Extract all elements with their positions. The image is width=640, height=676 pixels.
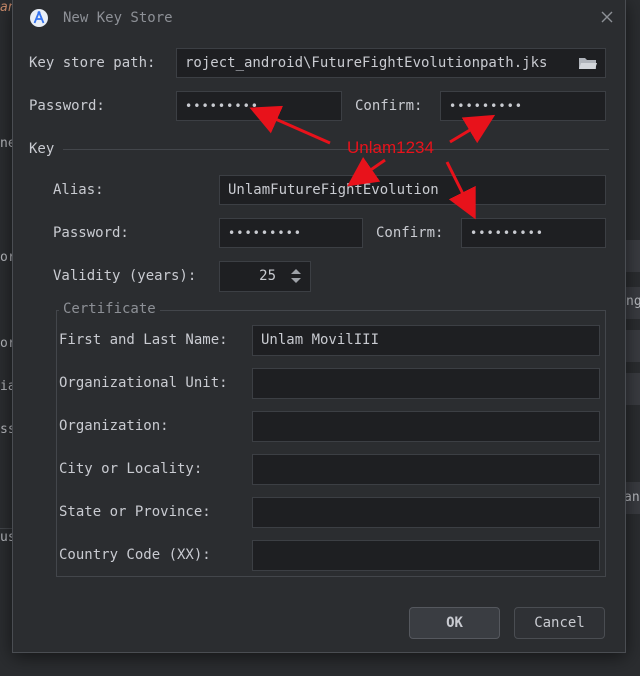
key-confirm-label: Confirm:: [376, 225, 444, 241]
first-last-name-label: First and Last Name:: [59, 332, 228, 348]
ok-button[interactable]: OK: [409, 607, 500, 639]
folder-icon[interactable]: [578, 55, 598, 71]
key-password-field[interactable]: •••••••••: [219, 218, 363, 248]
first-last-name-field[interactable]: Unlam MovilIII: [252, 325, 600, 356]
org-unit-label: Organizational Unit:: [59, 375, 228, 391]
alias-field[interactable]: UnlamFutureFightEvolution: [219, 175, 606, 205]
new-key-store-dialog: New Key Store Key store path: roject_and…: [12, 0, 626, 653]
spinner-arrows-icon[interactable]: [287, 264, 305, 288]
bg-fragment: ng: [626, 294, 640, 309]
bg-fragment: and: [624, 490, 640, 505]
bg-panel: [625, 373, 640, 405]
certificate-legend: Certificate: [59, 301, 160, 317]
cancel-button[interactable]: Cancel: [514, 607, 605, 639]
bg-panel: [625, 330, 640, 362]
state-field[interactable]: [252, 497, 600, 528]
bg-panel: [625, 240, 640, 272]
key-section-divider: [63, 149, 609, 150]
dialog-title: New Key Store: [63, 10, 173, 26]
validity-label: Validity (years):: [53, 268, 197, 284]
city-field[interactable]: [252, 454, 600, 485]
password-annotation: Unlam1234: [347, 138, 434, 157]
organization-field[interactable]: [252, 411, 600, 442]
key-password-label: Password:: [53, 225, 129, 241]
country-code-field[interactable]: [252, 540, 600, 571]
country-code-label: Country Code (XX):: [59, 547, 211, 563]
close-icon[interactable]: [601, 11, 613, 23]
keystore-confirm-label: Confirm:: [355, 98, 423, 114]
state-label: State or Province:: [59, 504, 211, 520]
key-section-label: Key: [29, 141, 55, 157]
bg-divider: [0, 528, 12, 529]
city-label: City or Locality:: [59, 461, 203, 477]
keystore-path-label: Key store path:: [29, 55, 156, 71]
key-confirm-field[interactable]: •••••••••: [461, 218, 606, 248]
keystore-password-label: Password:: [29, 98, 105, 114]
android-studio-icon: [29, 8, 49, 28]
org-unit-field[interactable]: [252, 368, 600, 399]
keystore-password-field[interactable]: •••••••••: [176, 91, 342, 121]
keystore-confirm-field[interactable]: •••••••••: [440, 91, 606, 121]
organization-label: Organization:: [59, 418, 169, 434]
alias-label: Alias:: [53, 182, 104, 198]
keystore-path-field[interactable]: roject_android\FutureFightEvolutionpath.…: [176, 48, 606, 78]
